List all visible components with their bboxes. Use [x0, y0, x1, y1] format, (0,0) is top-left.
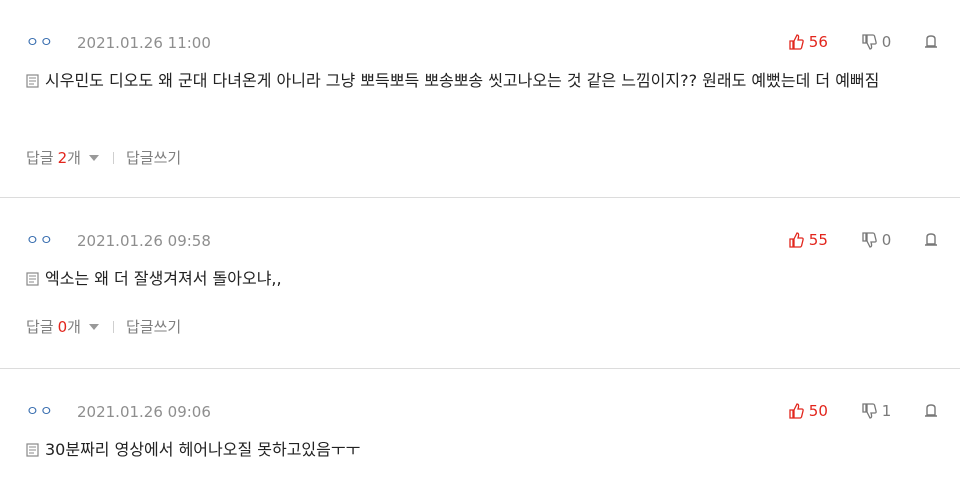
- write-reply-link[interactable]: 답글쓰기: [126, 318, 181, 336]
- reply-unit: 개: [67, 318, 81, 336]
- comment-author[interactable]: ㅇㅇ: [26, 32, 54, 52]
- comment-doc-icon: [26, 74, 39, 88]
- write-reply-link[interactable]: 답글쓰기: [126, 149, 181, 167]
- report-icon: [925, 35, 937, 48]
- reply-count: 2: [57, 149, 68, 167]
- thumbs-up-icon: [789, 34, 804, 50]
- like-count: 56: [808, 33, 828, 51]
- comment-date: 2021.01.26 09:06: [77, 403, 211, 421]
- comment-body: 시우민도 디오도 왜 군대 다녀온게 아니라 그냥 뽀득뽀득 뽀송뽀송 씻고나오…: [26, 67, 938, 94]
- report-icon: [925, 404, 937, 417]
- comment-date: 2021.01.26 09:58: [77, 232, 211, 250]
- like-button[interactable]: 55: [788, 231, 828, 249]
- reply-label: 답글: [26, 149, 54, 167]
- dislike-count: 0: [881, 231, 892, 249]
- report-icon: [925, 233, 937, 246]
- dislike-button[interactable]: 0: [861, 231, 891, 249]
- report-button[interactable]: [924, 231, 938, 247]
- dislike-button[interactable]: 0: [861, 33, 891, 51]
- comment-text: 엑소는 왜 더 잘생겨져서 돌아오냐,,: [45, 269, 282, 288]
- divider: [112, 152, 114, 164]
- reply-unit: 개: [67, 149, 81, 167]
- thumbs-down-icon: [862, 232, 877, 248]
- comment-date: 2021.01.26 11:00: [77, 34, 211, 52]
- comment-text: 시우민도 디오도 왜 군대 다녀온게 아니라 그냥 뽀득뽀득 뽀송뽀송 씻고나오…: [45, 71, 880, 90]
- comment-header: ㅇㅇ 2021.01.26 11:00 56 0: [26, 32, 940, 52]
- comment-footer: 답글 2개 답글쓰기: [26, 147, 181, 167]
- comment-header: ㅇㅇ 2021.01.26 09:58 55 0: [26, 230, 940, 250]
- comment-item: ㅇㅇ 2021.01.26 09:06 50 1 30분짜리 영상에서 헤어나오…: [0, 369, 960, 479]
- reply-toggle[interactable]: 답글 2개: [26, 149, 99, 167]
- like-count: 50: [808, 402, 828, 420]
- chevron-down-icon: [88, 324, 99, 330]
- comment-item: ㅇㅇ 2021.01.26 11:00 56 0 시우민도 디오도 왜 군대 다…: [0, 0, 960, 198]
- like-count: 55: [808, 231, 828, 249]
- comment-body: 30분짜리 영상에서 헤어나오질 못하고있음ㅜㅜ: [26, 436, 938, 463]
- thumbs-up-icon: [789, 403, 804, 419]
- comment-item: ㅇㅇ 2021.01.26 09:58 55 0 엑소는 왜 더 잘생겨져서 돌…: [0, 198, 960, 369]
- divider: [112, 321, 114, 333]
- comment-text: 30분짜리 영상에서 헤어나오질 못하고있음ㅜㅜ: [45, 440, 361, 459]
- chevron-down-icon: [88, 155, 99, 161]
- reply-toggle[interactable]: 답글 0개: [26, 318, 99, 336]
- dislike-button[interactable]: 1: [861, 402, 891, 420]
- comment-header: ㅇㅇ 2021.01.26 09:06 50 1: [26, 401, 940, 421]
- reply-label: 답글: [26, 318, 54, 336]
- comment-doc-icon: [26, 443, 39, 457]
- thumbs-up-icon: [789, 232, 804, 248]
- comment-footer: 답글 0개 답글쓰기: [26, 316, 181, 336]
- like-button[interactable]: 56: [788, 33, 828, 51]
- report-button[interactable]: [924, 33, 938, 49]
- dislike-count: 1: [881, 402, 892, 420]
- dislike-count: 0: [881, 33, 892, 51]
- like-button[interactable]: 50: [788, 402, 828, 420]
- thumbs-down-icon: [862, 403, 877, 419]
- comment-author[interactable]: ㅇㅇ: [26, 230, 54, 250]
- report-button[interactable]: [924, 402, 938, 418]
- comment-body: 엑소는 왜 더 잘생겨져서 돌아오냐,,: [26, 265, 938, 292]
- comment-doc-icon: [26, 272, 39, 286]
- comment-author[interactable]: ㅇㅇ: [26, 401, 54, 421]
- reply-count: 0: [57, 318, 68, 336]
- thumbs-down-icon: [862, 34, 877, 50]
